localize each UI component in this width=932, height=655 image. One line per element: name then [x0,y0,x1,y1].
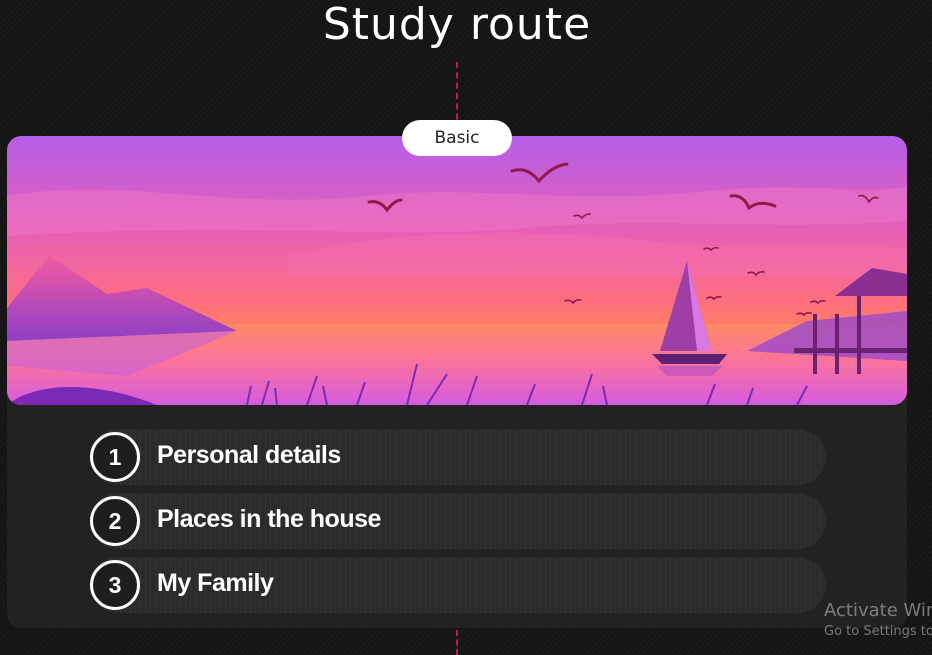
watermark-subtitle: Go to Settings to activate Windows. [824,624,932,639]
route-card: 1 Personal details 2 Places in the house… [7,136,907,628]
lesson-title: My Family [157,569,274,597]
lesson-item-places-in-the-house[interactable]: 2 Places in the house [90,493,826,549]
lesson-title: Personal details [157,441,341,469]
page-title: Study route [322,0,592,50]
lesson-title: Places in the house [157,505,381,533]
level-badge: Basic [402,120,512,156]
lesson-number-badge: 2 [90,496,140,546]
lesson-item-personal-details[interactable]: 1 Personal details [90,429,826,485]
watermark-title: Activate Windows [824,600,932,621]
lesson-number-badge: 3 [90,560,140,610]
activate-windows-watermark: Activate Windows Go to Settings to activ… [824,600,932,642]
sunset-banner-image [7,136,907,405]
lesson-number-badge: 1 [90,432,140,482]
lesson-item-my-family[interactable]: 3 My Family [90,557,826,613]
route-line [456,630,458,655]
